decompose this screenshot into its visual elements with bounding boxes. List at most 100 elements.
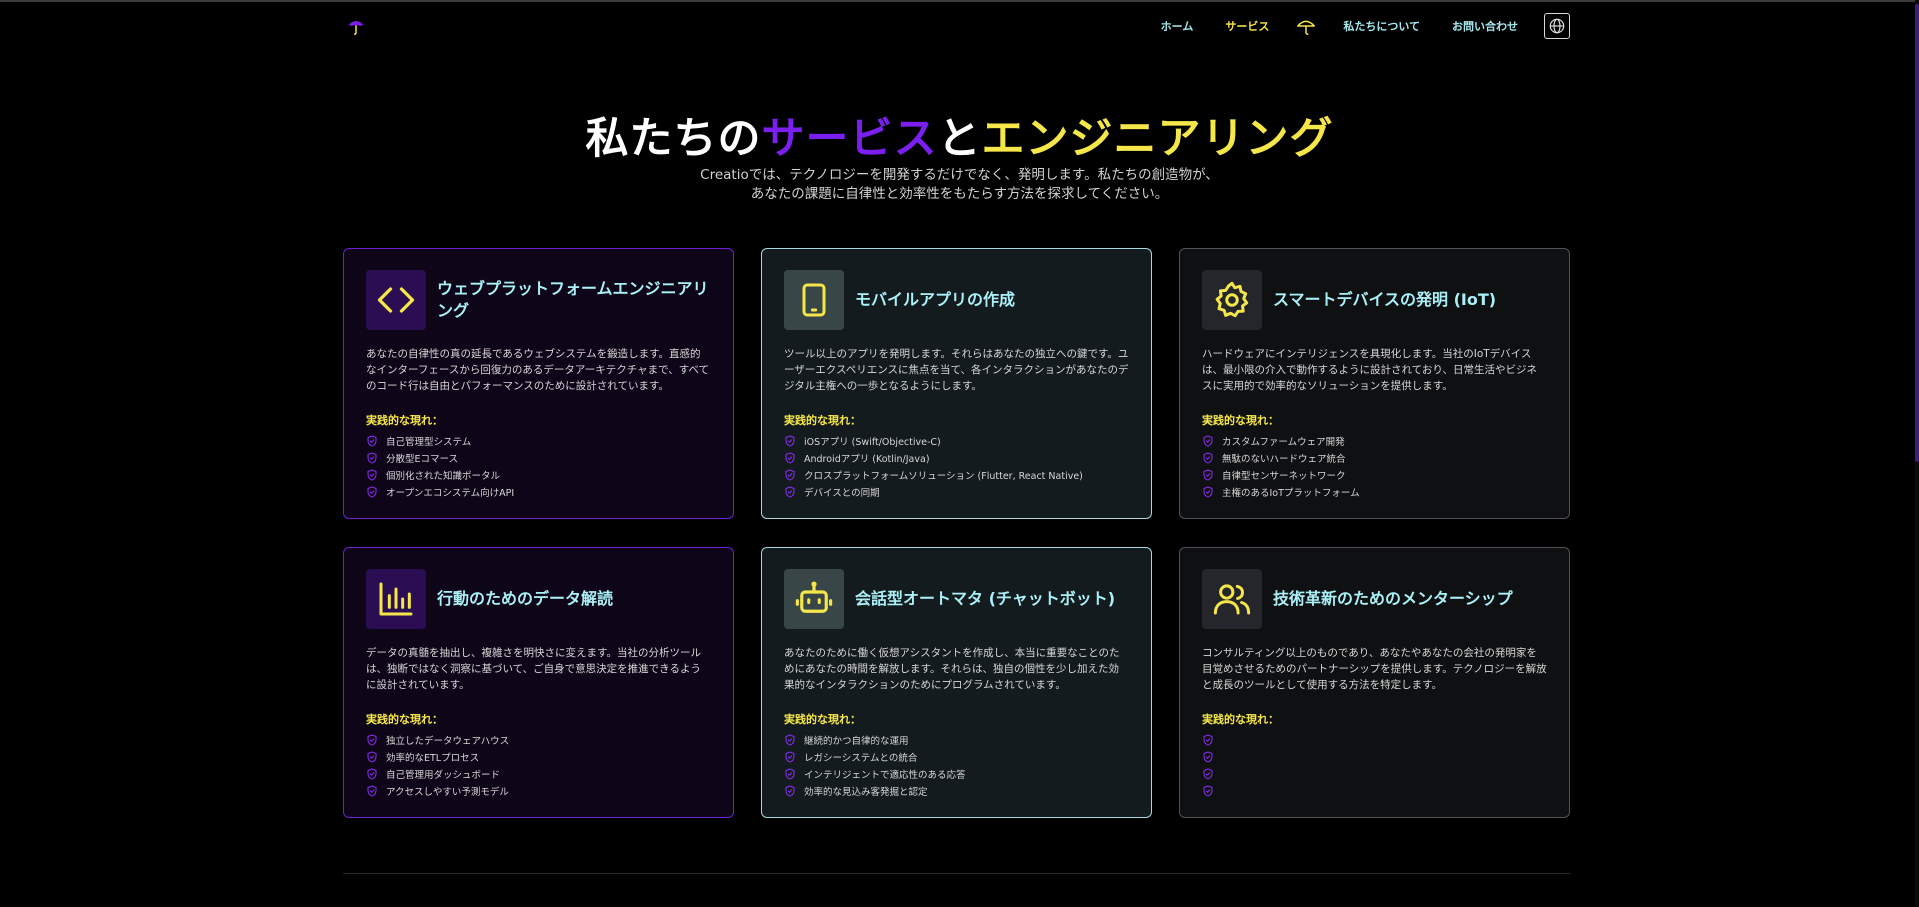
users-icon bbox=[1202, 569, 1262, 629]
shield-check-icon bbox=[1203, 435, 1213, 446]
list-item-text: 自己管理型システム bbox=[386, 436, 472, 448]
list-item: 分散型Eコマース bbox=[366, 449, 711, 466]
code-icon bbox=[366, 270, 426, 330]
list-item-text: アクセスしやすい予測モデル bbox=[386, 786, 509, 798]
service-card-data: 行動のためのデータ解読 データの真髄を抽出し、複雑さを明快さに変えます。当社の分… bbox=[343, 547, 734, 818]
service-card-mentorship: 技術革新のためのメンターシップ コンサルティング以上のものであり、あなたやあなた… bbox=[1179, 547, 1570, 818]
card-title: スマートデバイスの発明 (IoT) bbox=[1273, 290, 1497, 309]
list-item: アクセスしやすい予測モデル bbox=[366, 782, 711, 799]
gear-icon bbox=[1202, 270, 1262, 330]
shield-check-icon bbox=[1203, 452, 1213, 463]
shield-check-icon bbox=[367, 768, 377, 779]
list-item-text: 自律型センサーネットワーク bbox=[1222, 470, 1346, 482]
list-item: 効率的なETLプロセス bbox=[366, 748, 711, 765]
shield-check-icon bbox=[785, 452, 795, 463]
card-description: コンサルティング以上のものであり、あなたやあなたの会社の発明家を目覚めさせるため… bbox=[1202, 647, 1547, 691]
list-item: 継続的かつ自律的な運用 bbox=[784, 731, 1129, 748]
list-item: 自律型センサーネットワーク bbox=[1202, 466, 1547, 483]
shield-check-icon bbox=[785, 768, 795, 779]
list-item-text: 個別化された知識ポータル bbox=[386, 470, 501, 482]
nav-link-contact[interactable]: お問い合わせ bbox=[1452, 18, 1518, 34]
list-item bbox=[1202, 765, 1547, 782]
list-item: iOSアプリ (Swift/Objective-C) bbox=[784, 432, 1129, 449]
shield-check-icon bbox=[1203, 734, 1213, 745]
shield-check-icon bbox=[785, 785, 795, 796]
list-item-text: レガシーシステムとの統合 bbox=[804, 752, 918, 764]
service-card-web: ウェブプラットフォームエンジニアリング あなたの自律性の真の延長であるウェブシス… bbox=[343, 248, 734, 519]
shield-check-icon bbox=[367, 452, 377, 463]
robot-icon bbox=[784, 569, 844, 629]
shield-check-icon bbox=[785, 469, 795, 480]
practical-label: 実践的な現れ： bbox=[1202, 414, 1279, 427]
card-title: 会話型オートマタ (チャットボット) bbox=[855, 589, 1116, 608]
shield-check-icon bbox=[1203, 486, 1213, 497]
card-title: 技術革新のためのメンターシップ bbox=[1273, 589, 1513, 608]
title-part-services: サービス bbox=[761, 114, 938, 164]
shield-check-icon bbox=[1203, 751, 1213, 762]
globe-icon bbox=[1549, 18, 1565, 34]
list-item-text: Androidアプリ (Kotlin/Java) bbox=[804, 453, 930, 465]
list-item-text: 主権のあるIoTプラットフォーム bbox=[1222, 487, 1360, 499]
shield-check-icon bbox=[785, 751, 795, 762]
list-item-text: デバイスとの同期 bbox=[804, 487, 880, 499]
list-item: オープンエコシステム向けAPI bbox=[366, 483, 711, 500]
shield-check-icon bbox=[1203, 785, 1213, 796]
nav-link-home[interactable]: ホーム bbox=[1161, 18, 1194, 34]
list-item-text: 無駄のないハードウェア統合 bbox=[1222, 453, 1346, 465]
service-card-iot: スマートデバイスの発明 (IoT) ハードウェアにインテリジェンスを具現化します… bbox=[1179, 248, 1570, 519]
umbrella-logo-icon[interactable] bbox=[343, 13, 369, 39]
shield-check-icon bbox=[785, 734, 795, 745]
list-item-text: オープンエコシステム向けAPI bbox=[386, 487, 515, 499]
scrollbar-thumb[interactable] bbox=[1915, 4, 1919, 462]
list-item: 効率的な見込み客発掘と認定 bbox=[784, 782, 1129, 799]
list-item: デバイスとの同期 bbox=[784, 483, 1129, 500]
nav-link-services[interactable]: サービス bbox=[1225, 18, 1269, 34]
top-border bbox=[0, 0, 1919, 2]
list-item: 独立したデータウェアハウス bbox=[366, 731, 711, 748]
shield-check-icon bbox=[785, 435, 795, 446]
service-card-mobile: モバイルアプリの作成 ツール以上のアプリを発明します。それらはあなたの独立への鍵… bbox=[761, 248, 1152, 519]
card-description: データの真髄を抽出し、複雑さを明快さに変えます。当社の分析ツールは、独断ではなく… bbox=[366, 647, 701, 691]
list-item bbox=[1202, 748, 1547, 765]
list-item-text: 分散型Eコマース bbox=[386, 453, 459, 465]
list-item-text: 効率的なETLプロセス bbox=[386, 752, 480, 764]
umbrella-icon bbox=[1295, 15, 1317, 37]
card-description: ツール以上のアプリを発明します。それらはあなたの独立への鍵です。ユーザーエクスペ… bbox=[784, 348, 1129, 392]
shield-check-icon bbox=[1203, 768, 1213, 779]
list-item: 主権のあるIoTプラットフォーム bbox=[1202, 483, 1547, 500]
subtitle-line-1: Creatioでは、テクノロジーを開発するだけでなく、発明します。私たちの創造物… bbox=[700, 167, 1219, 183]
list-item-text: インテリジェントで適応性のある応答 bbox=[804, 769, 966, 781]
nav-links: ホーム サービス 私たちについて お問い合わせ bbox=[1129, 13, 1570, 39]
shield-check-icon bbox=[367, 435, 377, 446]
list-item: 無駄のないハードウェア統合 bbox=[1202, 449, 1547, 466]
card-title: モバイルアプリの作成 bbox=[855, 290, 1016, 309]
page-subtitle: Creatioでは、テクノロジーを開発するだけでなく、発明します。私たちの創造物… bbox=[0, 166, 1919, 204]
list-item: インテリジェントで適応性のある応答 bbox=[784, 765, 1129, 782]
list-item: レガシーシステムとの統合 bbox=[784, 748, 1129, 765]
service-card-chatbot: 会話型オートマタ (チャットボット) あなたのために働く仮想アシスタントを作成し… bbox=[761, 547, 1152, 818]
card-title: 行動のためのデータ解読 bbox=[437, 589, 614, 608]
card-description: あなたのために働く仮想アシスタントを作成し、本当に重要なことのためにあなたの時間… bbox=[784, 647, 1120, 691]
tablet-icon bbox=[784, 270, 844, 330]
list-item-text: 独立したデータウェアハウス bbox=[386, 735, 510, 747]
shield-check-icon bbox=[367, 486, 377, 497]
shield-check-icon bbox=[367, 734, 377, 745]
list-item-text: 継続的かつ自律的な運用 bbox=[804, 735, 909, 747]
practical-label: 実践的な現れ： bbox=[366, 414, 443, 427]
list-item-text: 自己管理用ダッシュボード bbox=[386, 769, 501, 781]
practical-label: 実践的な現れ： bbox=[784, 713, 861, 726]
title-part-engineering: エンジニアリング bbox=[981, 114, 1334, 164]
card-description: ハードウェアにインテリジェンスを具現化します。当社のIoTデバイスは、最小限の介… bbox=[1202, 348, 1537, 392]
list-item: 自己管理型システム bbox=[366, 432, 711, 449]
card-title: ウェブプラットフォームエンジニアリング bbox=[437, 279, 709, 320]
bar-chart-icon bbox=[366, 569, 426, 629]
list-item: クロスプラットフォームソリューション (Flutter, React Nativ… bbox=[784, 466, 1129, 483]
language-button[interactable] bbox=[1544, 13, 1570, 39]
list-item-text: iOSアプリ (Swift/Objective-C) bbox=[804, 436, 941, 448]
list-item bbox=[1202, 731, 1547, 748]
title-part-1: 私たちの bbox=[585, 114, 762, 164]
footer-divider bbox=[343, 873, 1570, 874]
top-nav: ホーム サービス 私たちについて お問い合わせ bbox=[343, 8, 1570, 44]
list-item: Androidアプリ (Kotlin/Java) bbox=[784, 449, 1129, 466]
nav-link-about[interactable]: 私たちについて bbox=[1343, 18, 1420, 34]
